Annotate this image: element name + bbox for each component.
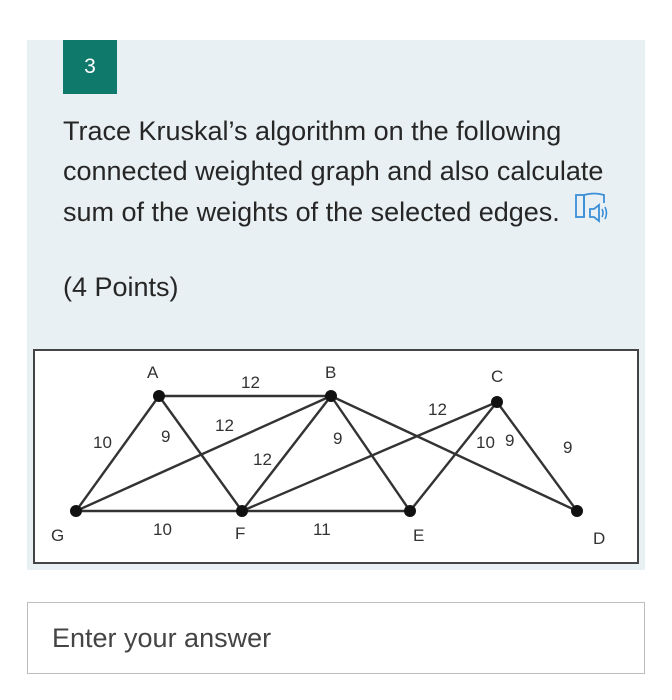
edge-weight-g-b: 12 xyxy=(215,416,234,435)
node-d xyxy=(571,505,583,517)
question-number-badge: 3 xyxy=(63,40,117,94)
node-b xyxy=(325,390,337,402)
node-f xyxy=(236,505,248,517)
edge-weight-f-c: 12 xyxy=(428,400,447,419)
edge-weight-c-e: 9 xyxy=(505,431,514,450)
question-text: Trace Kruskal’s algorithm on the followi… xyxy=(63,112,623,233)
edge-weight-b-f: 12 xyxy=(253,450,272,469)
edge-weight-a-f: 9 xyxy=(161,427,170,446)
node-label-d: D xyxy=(593,529,605,548)
immersive-reader-icon[interactable] xyxy=(574,191,614,227)
answer-input[interactable] xyxy=(27,602,645,674)
edge-weight-a-g: 10 xyxy=(93,433,112,452)
node-label-e: E xyxy=(413,526,424,545)
node-label-b: B xyxy=(325,363,336,382)
edge-weight-b-e: 9 xyxy=(333,429,342,448)
node-label-a: A xyxy=(147,363,159,382)
edge-a-g xyxy=(75,395,160,512)
question-prompt: Trace Kruskal’s algorithm on the followi… xyxy=(63,116,604,227)
question-card: 3 Trace Kruskal’s algorithm on the follo… xyxy=(27,40,645,570)
question-points: (4 Points) xyxy=(63,272,179,302)
node-a xyxy=(153,390,165,402)
graph-image: 12 10 9 12 10 12 9 10 12 11 9 9 A B C D E F G xyxy=(33,349,639,564)
edge-b-d xyxy=(330,394,578,513)
weighted-graph: 12 10 9 12 10 12 9 10 12 11 9 9 A B C D E F G xyxy=(51,363,605,548)
edge-weight-a-b: 12 xyxy=(241,373,260,392)
edge-g-b xyxy=(75,394,332,513)
edge-c-e xyxy=(409,401,498,512)
node-label-c: C xyxy=(491,367,503,386)
node-c xyxy=(491,396,503,408)
edge-a-f xyxy=(158,395,243,512)
edge-weight-g-f: 10 xyxy=(153,520,172,539)
edge-weight-f-e: 11 xyxy=(313,520,331,539)
node-label-g: G xyxy=(51,526,64,545)
node-label-f: F xyxy=(235,524,245,543)
node-e xyxy=(404,505,416,517)
edge-weight-b-d: 10 xyxy=(476,433,495,452)
node-g xyxy=(70,505,82,517)
edge-weight-c-d: 9 xyxy=(563,438,572,457)
